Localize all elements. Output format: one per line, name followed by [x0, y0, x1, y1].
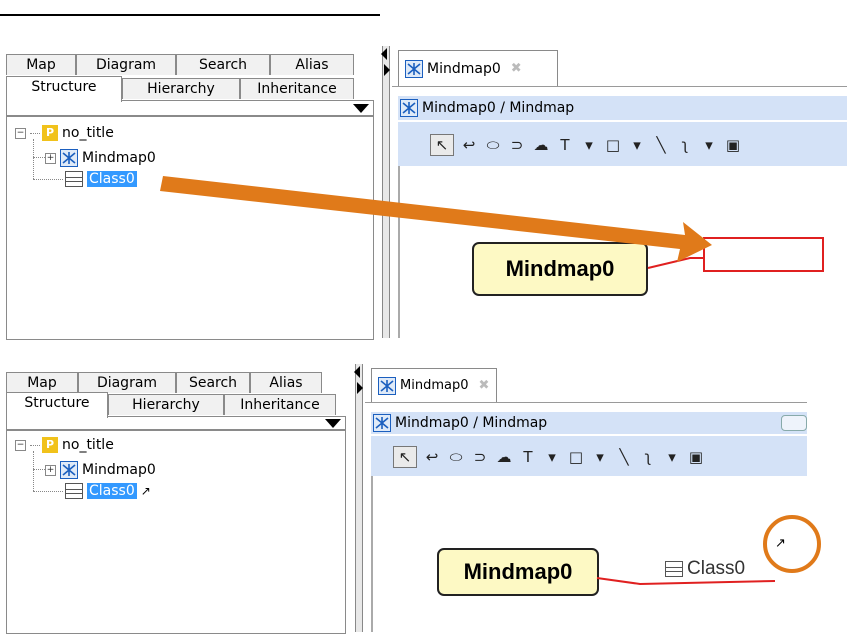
drag-arrow-icon [160, 176, 712, 262]
top-overlay [160, 176, 824, 272]
tab-structure[interactable]: Structure [6, 392, 108, 418]
new-topic-placeholder [703, 237, 824, 272]
tab-structure[interactable]: Structure [6, 76, 122, 102]
connector-line [596, 577, 776, 586]
connector-line [647, 257, 705, 269]
highlight-circle [763, 515, 821, 573]
bottom-overlay [596, 515, 821, 586]
